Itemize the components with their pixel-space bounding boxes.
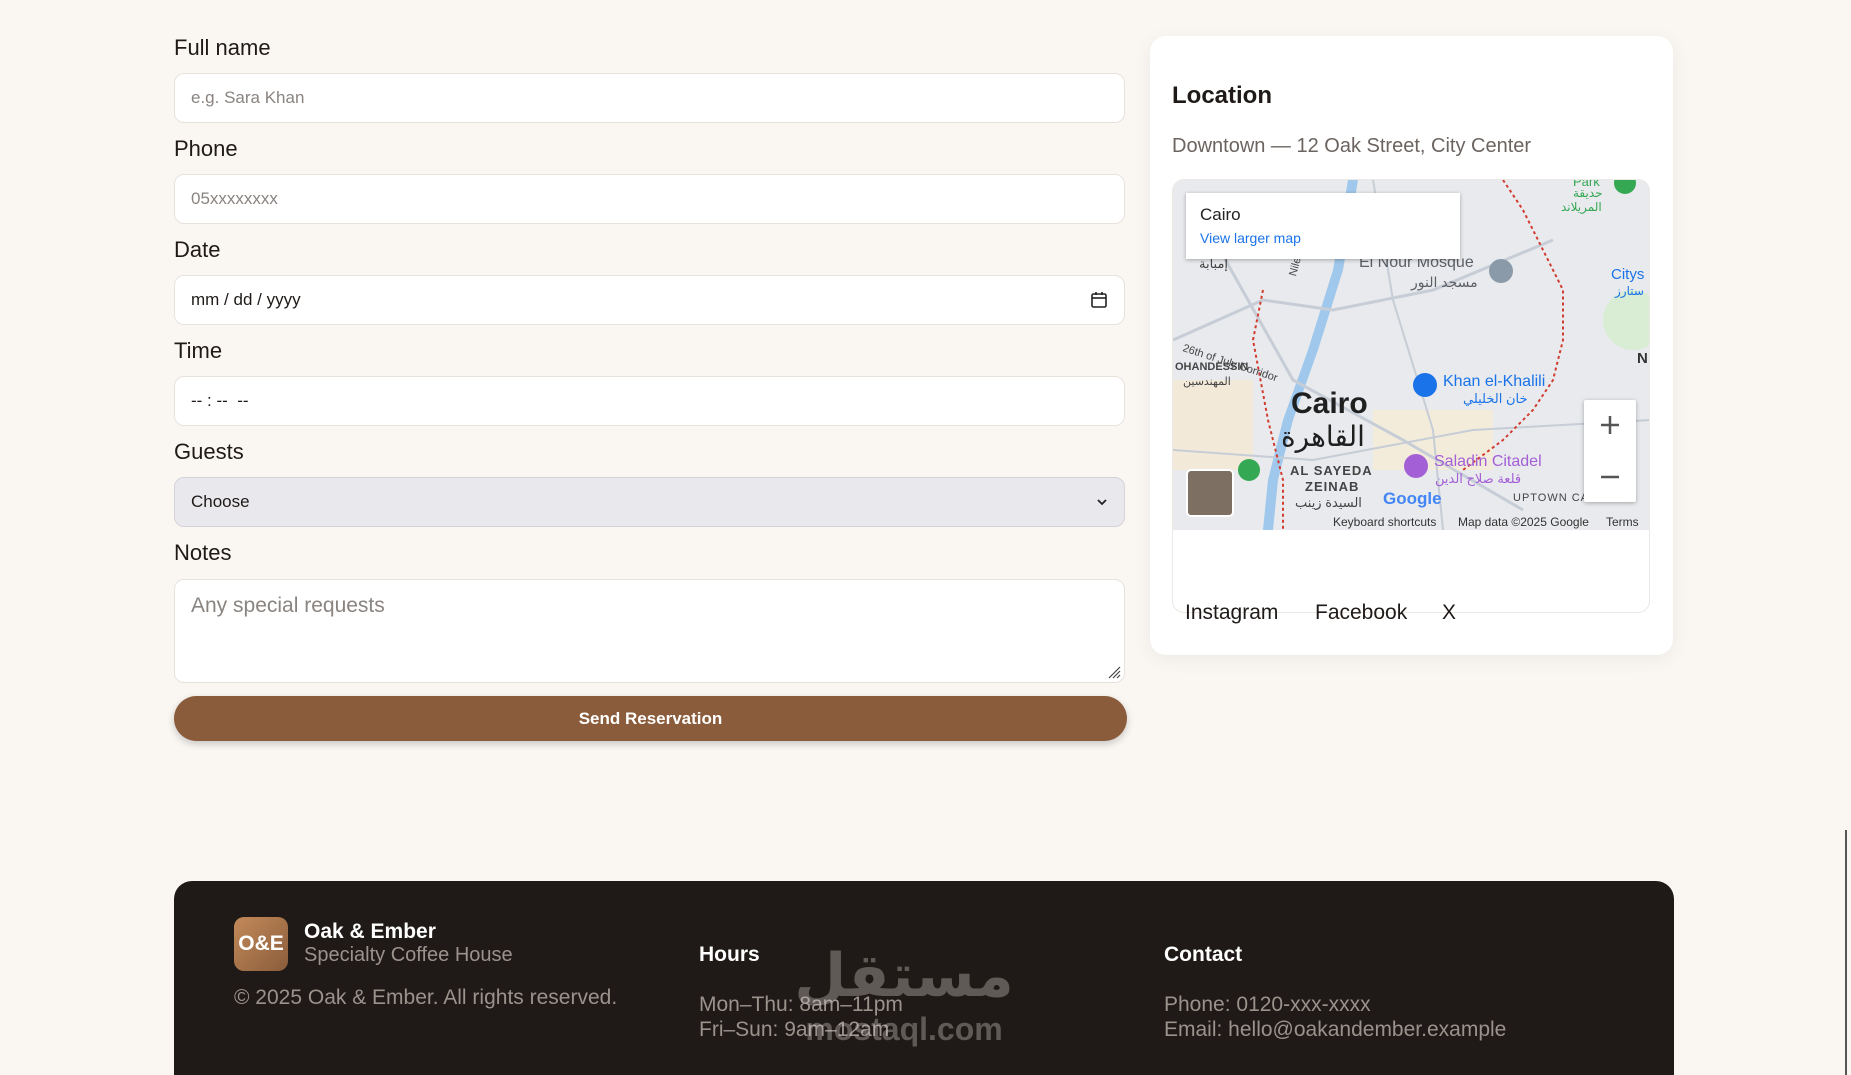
map-label-mohandessin-ar: المهندسين (1183, 376, 1231, 388)
map-label-citystars-ar: ستارز (1615, 284, 1644, 298)
minus-icon (1601, 475, 1619, 479)
date-value: mm / dd / yyyy (191, 290, 301, 309)
zoom-out-button[interactable] (1584, 452, 1636, 502)
brand-logo: O&E (234, 917, 288, 971)
time-label: Time (174, 338, 223, 363)
map-info-window: Cairo View larger map (1186, 193, 1460, 259)
time-input[interactable]: -- : -- -- (174, 376, 1125, 426)
map-label-park-ar: حديقة (1573, 186, 1603, 200)
contact-phone: Phone: 0120-xxx-xxxx (1164, 993, 1371, 1016)
map-label-citadel-ar: قلعة صلاح الدين (1435, 471, 1522, 486)
copyright: © 2025 Oak & Ember. All rights reserved. (234, 986, 618, 1009)
zoom-in-button[interactable] (1584, 400, 1636, 450)
map-label-mohandessin: OHANDESSIN (1175, 361, 1249, 373)
notes-placeholder: Any special requests (191, 594, 385, 617)
calendar-icon[interactable] (1090, 291, 1108, 309)
map-label-citadel: Saladin Citadel (1434, 453, 1542, 470)
map-data-attribution: Map data ©2025 Google (1458, 515, 1589, 529)
send-reservation-button[interactable]: Send Reservation (174, 696, 1127, 741)
terms-link[interactable]: Terms (1606, 515, 1639, 529)
map-label-el-nour-ar: مسجد النور (1411, 274, 1478, 290)
x-link[interactable]: X (1442, 601, 1456, 625)
map-label-north: N (1637, 350, 1648, 367)
notes-label: Notes (174, 540, 232, 565)
scrollbar-thumb[interactable] (1845, 830, 1847, 1075)
location-address: Downtown — 12 Oak Street, City Center (1172, 135, 1532, 157)
plus-icon (1601, 416, 1619, 434)
map-label-cairo: Cairo (1291, 387, 1368, 420)
google-logo: Google (1383, 489, 1442, 508)
date-input[interactable]: mm / dd / yyyy (174, 275, 1125, 325)
view-larger-map-link[interactable]: View larger map (1200, 230, 1301, 246)
site-footer: O&E Oak & Ember Specialty Coffee House ©… (174, 881, 1674, 1075)
guests-select[interactable]: Choose (174, 477, 1125, 527)
full-name-label: Full name (174, 35, 271, 60)
full-name-input[interactable]: e.g. Sara Khan (174, 73, 1125, 123)
map-label-khan-ar: خان الخليلي (1463, 391, 1528, 406)
guests-selected-value: Choose (191, 492, 250, 511)
hours-weekday: Mon–Thu: 8am–11pm (699, 993, 903, 1016)
hours-title: Hours (699, 943, 760, 966)
location-title: Location (1172, 82, 1272, 109)
map-label-sayeda: AL SAYEDA (1290, 463, 1373, 478)
map-label-khan: Khan el-Khalili (1443, 373, 1546, 390)
instagram-link[interactable]: Instagram (1185, 601, 1278, 625)
map-place-name: Cairo (1200, 205, 1241, 224)
chevron-down-icon (1097, 499, 1107, 506)
map-label-maryland-ar: المريلاند (1561, 200, 1602, 214)
phone-label: Phone (174, 136, 238, 161)
brand-tagline: Specialty Coffee House (304, 944, 513, 966)
map-label-citystars: Citys (1611, 266, 1645, 283)
notes-textarea[interactable]: Any special requests (174, 579, 1125, 683)
facebook-link[interactable]: Facebook (1315, 601, 1407, 625)
map-label-cairo-ar: القاهرة (1281, 421, 1365, 452)
map-embed[interactable]: El Nour Mosque مسجد النور Cairo القاهرة … (1172, 179, 1650, 613)
resize-handle-icon[interactable] (1107, 665, 1121, 679)
date-label: Date (174, 237, 221, 262)
keyboard-shortcuts-link[interactable]: Keyboard shortcuts (1333, 515, 1436, 529)
phone-input[interactable]: 05xxxxxxxx (174, 174, 1125, 224)
brand-name: Oak & Ember (304, 920, 436, 943)
map-zoom-controls (1584, 400, 1636, 502)
location-card: Location Downtown — 12 Oak Street, City … (1150, 36, 1673, 655)
map-label-sayeda-ar: السيدة زينب (1295, 495, 1362, 510)
map-label-zeinab: ZEINAB (1305, 479, 1360, 494)
hours-weekend: Fri–Sun: 9am–12am (699, 1018, 890, 1041)
contact-title: Contact (1164, 943, 1243, 966)
guests-label: Guests (174, 439, 244, 464)
contact-email: Email: hello@oakandember.example (1164, 1018, 1507, 1041)
